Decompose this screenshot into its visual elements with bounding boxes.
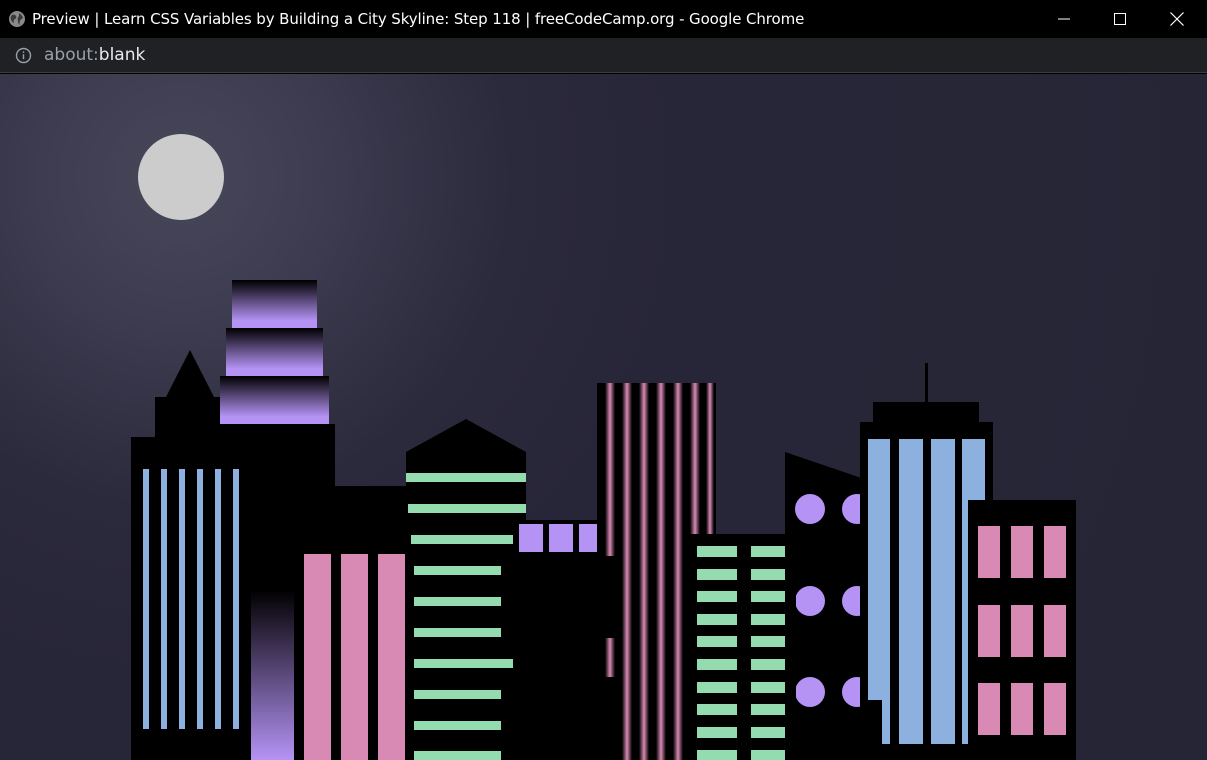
building-pink-windows [968, 500, 1076, 760]
minimize-button[interactable] [1036, 0, 1092, 38]
close-button[interactable] [1149, 0, 1205, 38]
building-green-bands [404, 419, 526, 760]
browser-window: Preview | Learn CSS Variables by Buildin… [0, 0, 1207, 760]
url-text[interactable]: about:blank [44, 45, 145, 65]
moon [138, 134, 224, 220]
globe-icon [9, 11, 25, 27]
title-bar[interactable]: Preview | Learn CSS Variables by Buildin… [0, 0, 1207, 38]
building-green-windows [684, 534, 796, 760]
maximize-button[interactable] [1092, 0, 1148, 38]
minimize-icon [1058, 18, 1070, 20]
city-skyline-scene [131, 134, 1076, 760]
url-scheme: about: [44, 45, 99, 65]
address-bar[interactable]: about:blank [0, 38, 1207, 73]
maximize-icon [1114, 13, 1126, 25]
window-title: Preview | Learn CSS Variables by Buildin… [32, 10, 805, 28]
page-viewport [0, 74, 1207, 760]
url-host: blank [98, 45, 146, 65]
close-icon [1170, 12, 1184, 26]
building-pink-stripes [294, 486, 406, 760]
info-icon[interactable] [15, 47, 32, 64]
